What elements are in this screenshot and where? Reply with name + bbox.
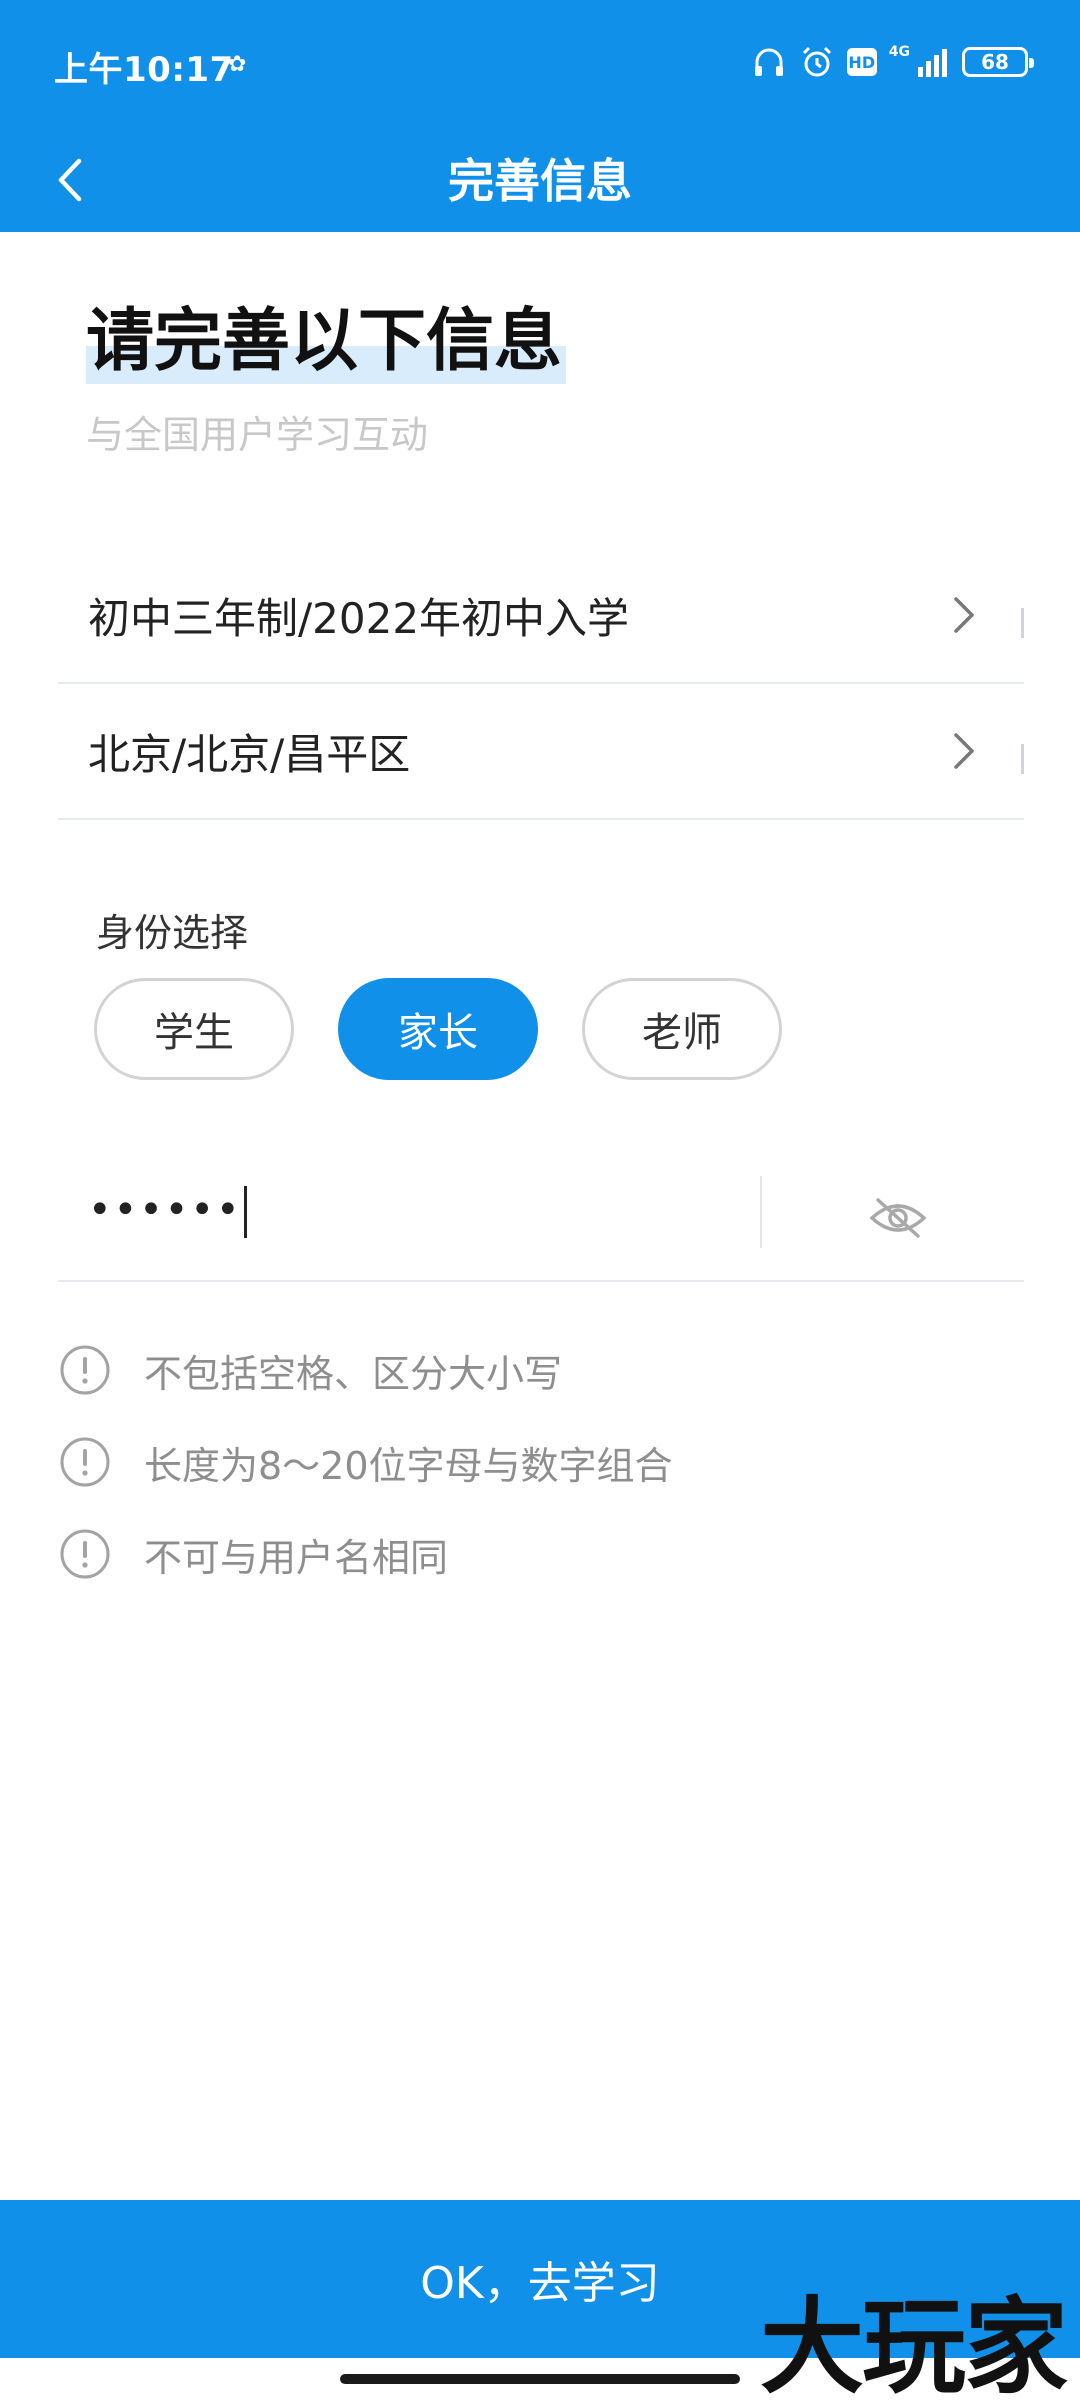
status-time: 上午10:17 xyxy=(54,50,234,90)
edge-mark xyxy=(1021,608,1024,638)
alarm-icon xyxy=(799,44,835,80)
notification-icon: ✿ xyxy=(228,52,247,77)
network-type: 4G xyxy=(888,44,910,60)
role-options: 学生 家长 老师 xyxy=(94,978,782,1080)
battery-icon: 68 xyxy=(962,47,1034,77)
rule-text: 不包括空格、区分大小写 xyxy=(144,1351,563,1396)
password-value-wrap: •••••• xyxy=(88,1180,247,1240)
info-icon xyxy=(58,1527,112,1581)
toggle-password-visibility-button[interactable] xyxy=(858,1188,938,1248)
home-indicator[interactable] xyxy=(340,2374,740,2384)
password-field[interactable]: •••••• xyxy=(58,1150,1024,1282)
title-bar: 完善信息 xyxy=(0,130,1080,232)
sub-heading: 与全国用户学习互动 xyxy=(86,413,429,457)
page-title: 完善信息 xyxy=(448,154,632,208)
rule-item: 不包括空格、区分大小写 xyxy=(58,1324,673,1416)
rule-text: 长度为8～20位字母与数字组合 xyxy=(144,1443,673,1488)
text-caret xyxy=(243,1186,247,1238)
region-picker[interactable]: 北京/北京/昌平区 xyxy=(58,684,1024,820)
region-picker-value: 北京/北京/昌平区 xyxy=(88,729,411,779)
rule-item: 不可与用户名相同 xyxy=(58,1508,673,1600)
headset-icon xyxy=(751,44,787,80)
rule-item: 长度为8～20位字母与数字组合 xyxy=(58,1416,673,1508)
submit-label: OK，去学习 xyxy=(420,2258,660,2309)
grade-picker[interactable]: 初中三年制/2022年初中入学 xyxy=(58,548,1024,684)
identity-label: 身份选择 xyxy=(96,911,249,955)
divider xyxy=(760,1176,762,1248)
rule-text: 不可与用户名相同 xyxy=(144,1535,449,1580)
hd-icon: HD xyxy=(846,48,877,76)
info-icon xyxy=(58,1435,112,1489)
role-option-teacher[interactable]: 老师 xyxy=(582,978,782,1080)
role-option-student[interactable]: 学生 xyxy=(94,978,294,1080)
battery-level: 68 xyxy=(981,50,1009,74)
chevron-right-icon xyxy=(944,727,984,775)
signal-icon xyxy=(916,47,950,77)
edge-mark xyxy=(1021,744,1024,774)
chevron-right-icon xyxy=(944,591,984,639)
password-rules: 不包括空格、区分大小写 长度为8～20位字母与数字组合 不可与用户名相同 xyxy=(58,1324,673,1600)
password-value: •••••• xyxy=(88,1187,242,1233)
status-bar: 上午10:17 ✿ HD 4G 68 xyxy=(0,0,1080,130)
main-heading: 请完善以下信息 xyxy=(86,300,567,384)
status-icons: HD 4G 68 xyxy=(751,40,1034,84)
info-icon xyxy=(58,1343,112,1397)
watermark: 大玩家 xyxy=(759,2285,1068,2400)
grade-picker-value: 初中三年制/2022年初中入学 xyxy=(88,593,630,643)
role-option-parent[interactable]: 家长 xyxy=(338,978,538,1080)
heading-wrap: 请完善以下信息 xyxy=(86,300,567,384)
eye-off-icon xyxy=(869,1198,927,1238)
